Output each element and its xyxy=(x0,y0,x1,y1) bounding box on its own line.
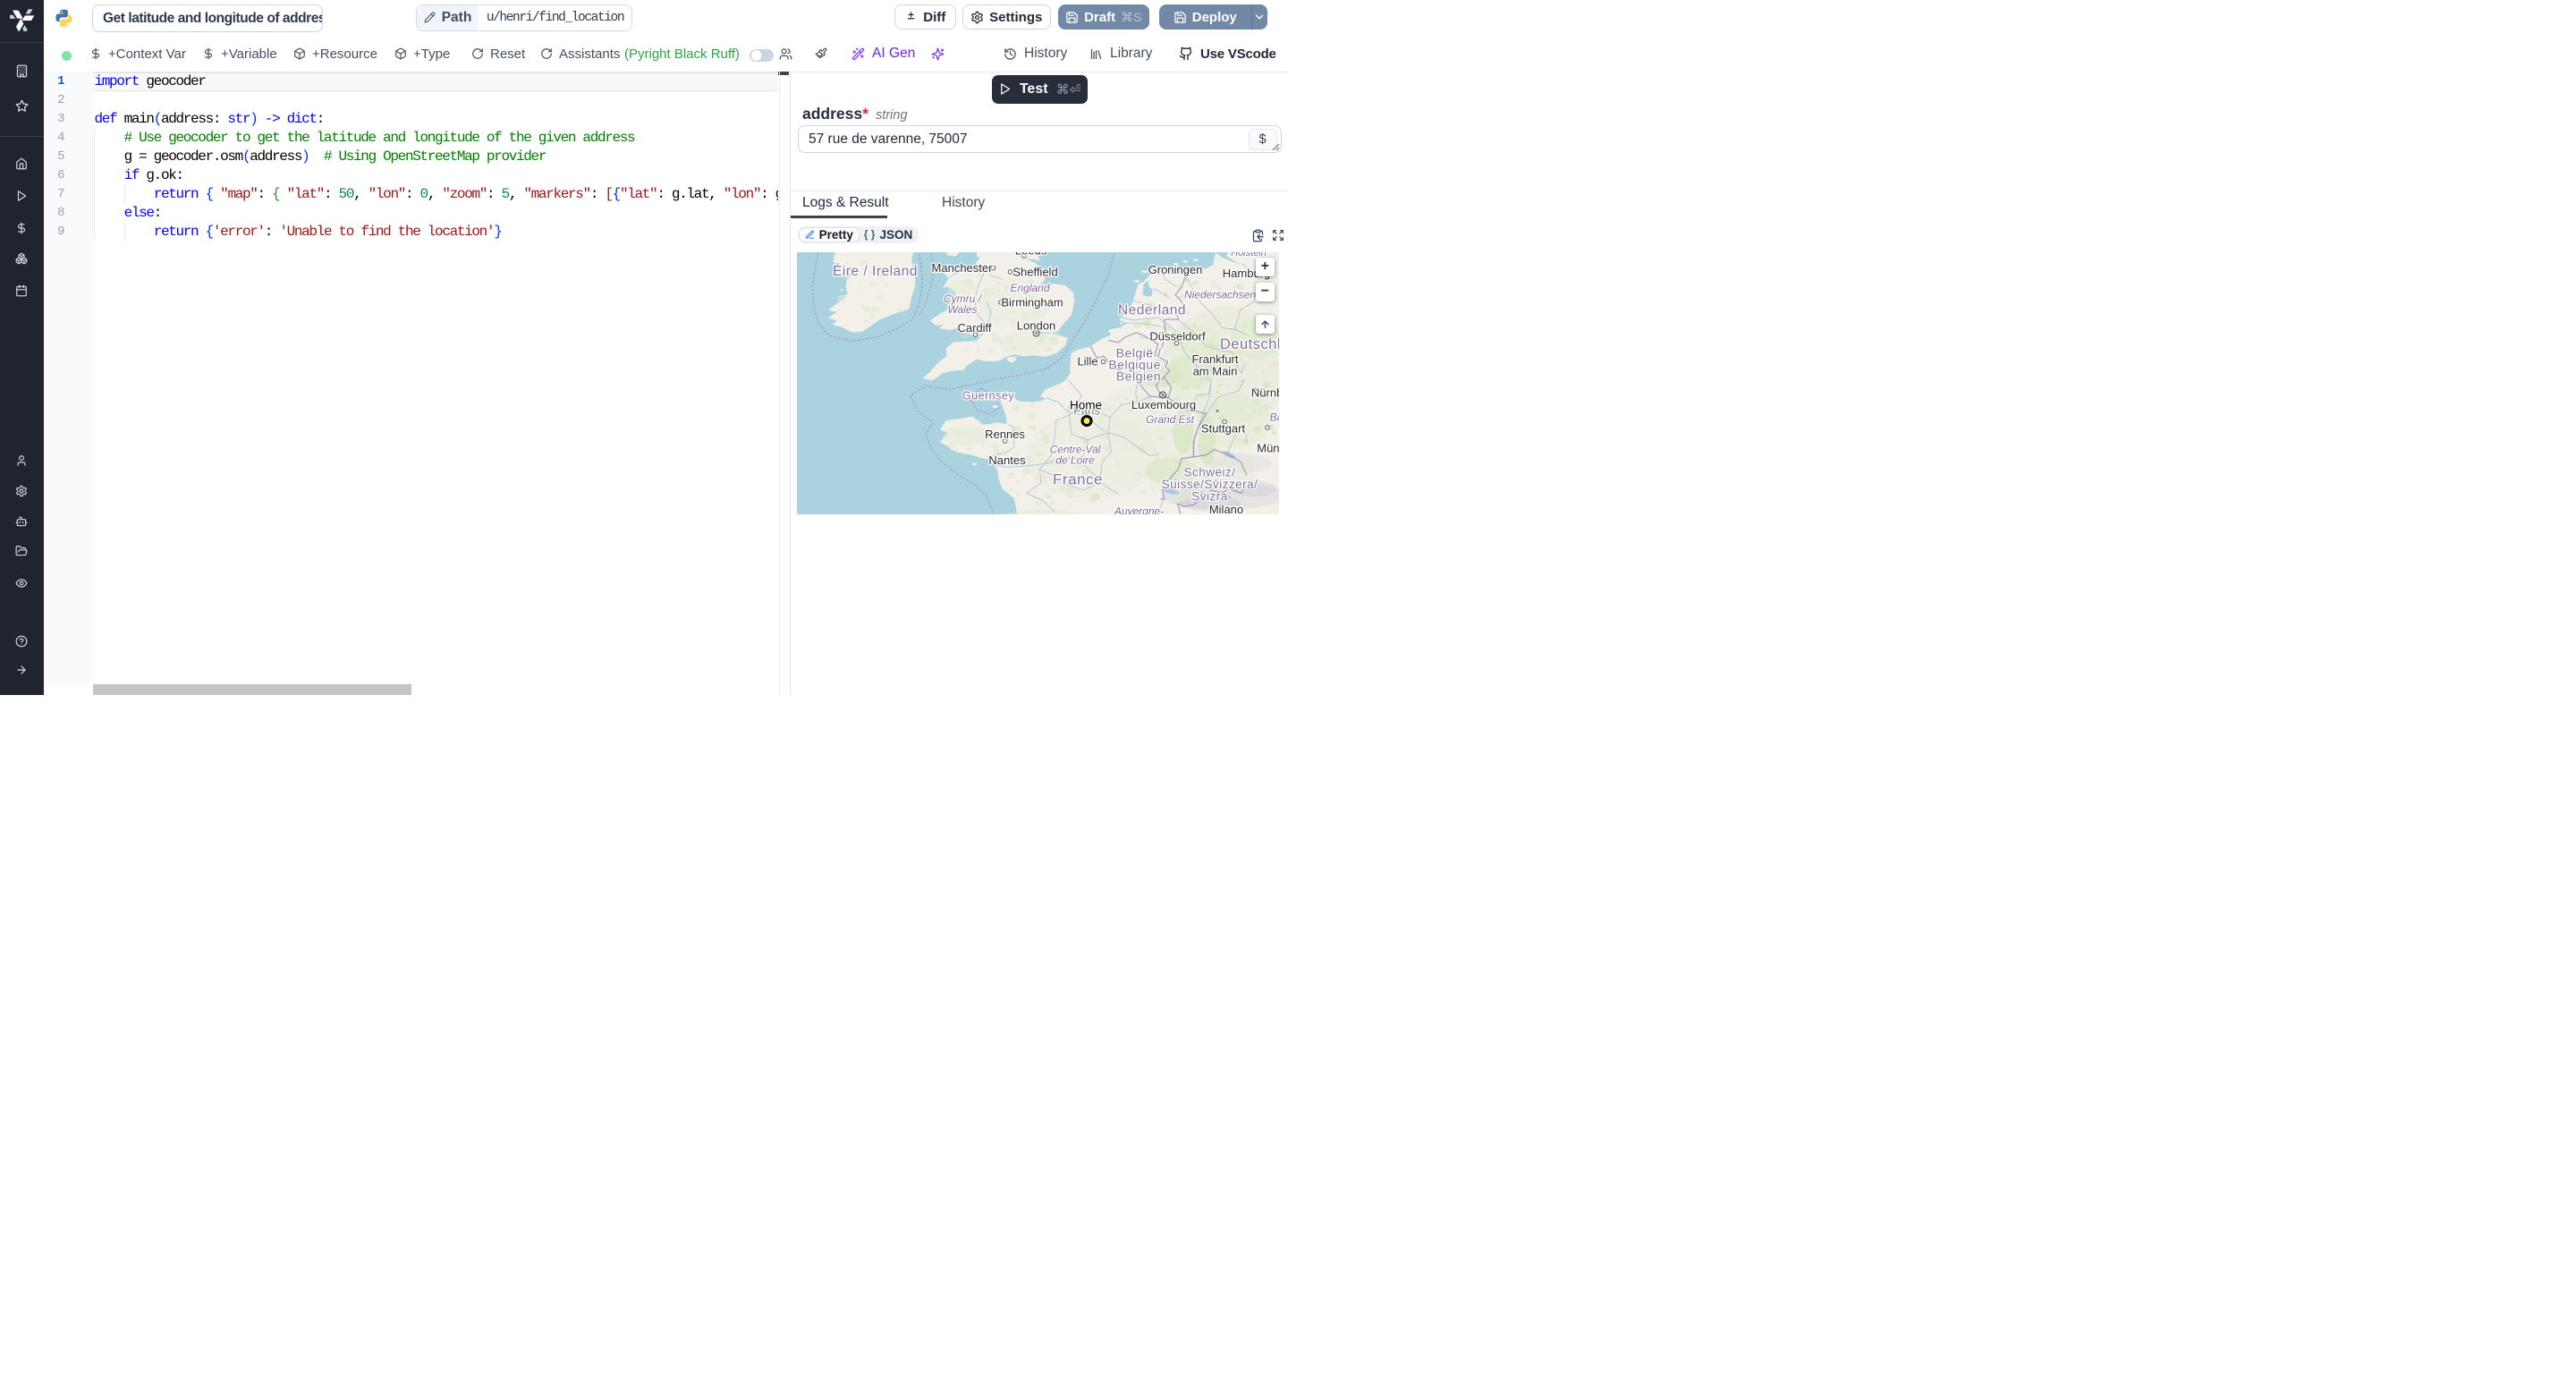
svg-text:Cardiff: Cardiff xyxy=(957,321,991,335)
svg-text:Nürnberg: Nürnberg xyxy=(1250,386,1278,399)
svg-text:Suisse/Svizzera/: Suisse/Svizzera/ xyxy=(1161,478,1258,491)
svg-text:Milano: Milano xyxy=(1208,503,1242,515)
svg-text:am Main: am Main xyxy=(1192,364,1237,377)
svg-text:Bay: Bay xyxy=(1269,411,1278,423)
svg-text:England: England xyxy=(1010,282,1049,294)
svg-text:London: London xyxy=(1016,318,1055,332)
svg-text:Nantes: Nantes xyxy=(988,453,1026,467)
svg-text:Leeds: Leeds xyxy=(1014,252,1046,258)
svg-text:Stuttgart: Stuttgart xyxy=(1200,421,1245,435)
svg-text:Svizra: Svizra xyxy=(1191,489,1228,503)
svg-text:France: France xyxy=(1053,470,1103,487)
svg-text:Belgien: Belgien xyxy=(1115,369,1160,383)
svg-text:Sheffield: Sheffield xyxy=(1013,265,1057,278)
svg-text:Auvergne-: Auvergne- xyxy=(1113,504,1163,514)
svg-text:Luxembourg: Luxembourg xyxy=(1131,398,1195,411)
svg-text:Düsseldorf: Düsseldorf xyxy=(1149,329,1206,343)
svg-text:de Loire: de Loire xyxy=(1055,453,1095,466)
svg-text:Niedersachsen: Niedersachsen xyxy=(1183,288,1255,301)
svg-text:München: München xyxy=(1257,441,1279,454)
svg-text:Guernsey: Guernsey xyxy=(962,389,1013,402)
svg-text:Lille: Lille xyxy=(1077,354,1097,368)
svg-text:Frankfurt: Frankfurt xyxy=(1191,352,1238,366)
svg-text:Groningen: Groningen xyxy=(1148,263,1202,276)
svg-text:Manchester: Manchester xyxy=(931,261,993,275)
svg-text:Home: Home xyxy=(1069,398,1101,411)
svg-text:Grand Est: Grand Est xyxy=(1145,413,1194,426)
svg-text:Nederland: Nederland xyxy=(1117,302,1185,318)
svg-text:Birmingham: Birmingham xyxy=(1001,295,1063,309)
svg-text:Wales: Wales xyxy=(947,303,977,316)
svg-text:Deutschland: Deutschland xyxy=(1219,336,1278,352)
svg-text:Rennes: Rennes xyxy=(985,428,1025,441)
svg-text:Schweiz/: Schweiz/ xyxy=(1183,465,1235,479)
svg-text:Éire / Ireland: Éire / Ireland xyxy=(833,264,918,279)
